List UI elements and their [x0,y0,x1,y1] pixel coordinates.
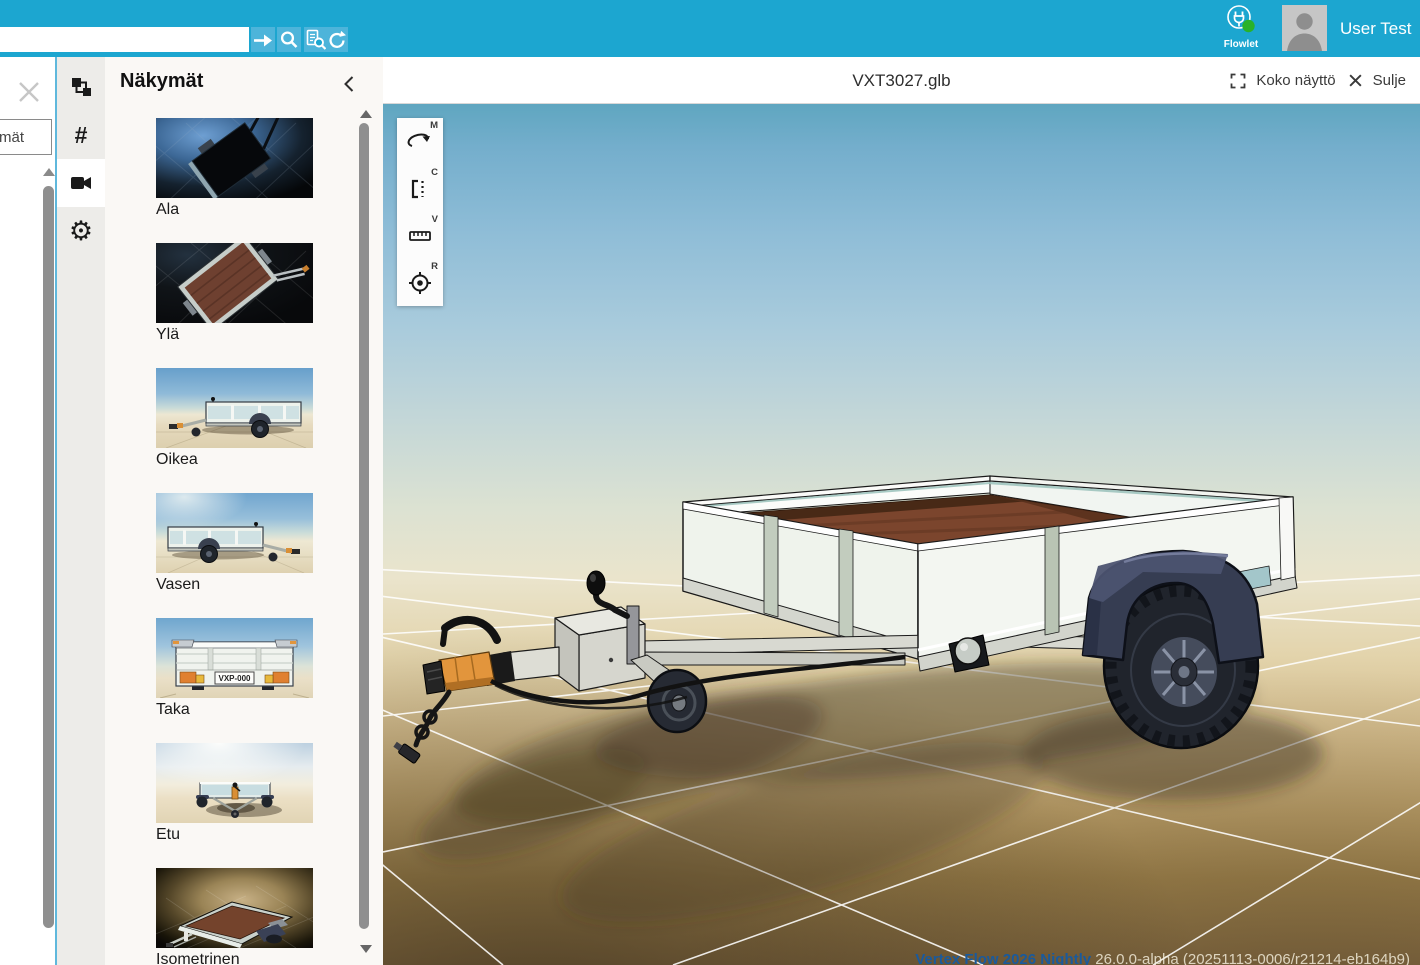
views-scrollbar-thumb[interactable] [359,123,369,929]
view-item-oikea[interactable]: Oikea [156,368,313,469]
view-label: Isometrinen [156,951,313,965]
collapse-panel-button[interactable] [343,75,357,95]
flyout-close-button[interactable] [14,77,44,107]
rail-item-grid[interactable]: # [57,111,105,159]
3d-scene [383,104,1420,965]
user-name[interactable]: User Test [1340,0,1412,57]
view-item-etu[interactable]: Etu [156,743,313,844]
ruler-icon [408,224,432,248]
orbit-icon [407,129,433,155]
view-thumbnail-back: VXP-000 [156,618,313,698]
view-label: Vasen [156,576,313,594]
close-viewer-button[interactable]: Sulje [1348,72,1406,89]
version-info: Vertex Flow 2026 Nightly 26.0.0-alpha (2… [915,951,1410,965]
tool-orbit[interactable]: M [397,118,443,165]
person-silhouette-icon [1282,5,1327,51]
chevron-left-icon [343,75,355,93]
tool-shortcut: M [430,120,438,131]
viewer-header: VXT3027.glb Koko näyttö Sulje [383,57,1420,104]
view-item-yla[interactable]: Ylä [156,243,313,344]
gear-icon: ⚙ [69,218,93,245]
scroll-up-arrow[interactable] [43,168,55,176]
view-thumbnail-top [156,243,313,323]
views-panel-title: Näkymät [120,70,203,93]
scroll-up-arrow[interactable] [360,110,372,118]
model-viewer: VXT3027.glb Koko näyttö Sulje [383,57,1420,965]
advanced-search-icon [304,28,328,52]
submit-arrow-icon [251,28,275,52]
close-icon [1348,73,1363,88]
section-icon [408,177,432,201]
views-panel: Näkymät Ala [105,57,383,965]
view-item-taka[interactable]: VXP-000 Taka [156,618,313,719]
fullscreen-icon [1230,73,1246,89]
view-label: Ylä [156,326,313,344]
left-flyout-panel [0,57,57,965]
rail-item-views[interactable] [57,159,105,207]
user-avatar[interactable] [1282,5,1327,51]
app-root: Flowlet User Test # ⚙ [0,0,1420,965]
view-thumbnail-left [156,493,313,573]
left-icon-rail: # ⚙ [57,57,105,965]
view-thumbnail-bottom [156,118,313,198]
viewport-toolbar: M C V R [397,118,443,306]
tool-shortcut: R [431,261,438,272]
view-thumbnail-right [156,368,313,448]
view-label: Ala [156,201,313,219]
tool-section[interactable]: C [397,165,443,212]
rail-item-structure[interactable] [57,63,105,111]
close-icon [14,77,44,107]
scroll-down-arrow[interactable] [360,945,372,953]
flowlet-plug-icon [1224,3,1258,35]
tool-measure[interactable]: V [397,212,443,259]
rail-item-settings[interactable]: ⚙ [57,207,105,255]
tool-focus[interactable]: R [397,259,443,306]
viewport-3d[interactable]: M C V R Vertex Flow 2026 Nightly [383,104,1420,965]
target-icon [407,270,433,296]
view-item-isometrinen[interactable]: Isometrinen [156,868,313,965]
view-item-vasen[interactable]: Vasen [156,493,313,594]
top-bar: Flowlet User Test [0,0,1420,57]
video-camera-icon [69,171,93,195]
tool-shortcut: V [432,214,438,225]
flyout-search-input[interactable] [0,119,52,155]
view-label: Taka [156,701,313,719]
search-icon [277,28,301,52]
flyout-scrollbar-thumb[interactable] [43,186,54,928]
flowlet-button[interactable]: Flowlet [1218,3,1264,55]
structure-tree-icon [69,75,93,99]
view-thumbnail-isometric [156,868,313,948]
close-label: Sulje [1373,72,1406,89]
global-search-input[interactable] [0,27,249,52]
license-plate-text: VXP-000 [218,674,251,683]
fullscreen-button[interactable]: Koko näyttö [1230,72,1335,89]
tool-shortcut: C [431,167,438,178]
fullscreen-label: Koko näyttö [1256,72,1335,89]
product-name: Vertex Flow 2026 Nightly [915,951,1091,965]
view-thumbnail-front [156,743,313,823]
build-string: 26.0.0-alpha (20251113-0006/r21214-eb164… [1095,951,1410,965]
view-label: Oikea [156,451,313,469]
refresh-icon [326,28,348,52]
search-submit-button[interactable] [251,27,275,52]
flowlet-label: Flowlet [1218,39,1264,50]
snap-grid-icon: # [75,124,88,147]
flowlet-status-dot [1242,20,1254,32]
search-button[interactable] [277,27,301,52]
refresh-button[interactable] [326,27,348,52]
view-item-ala[interactable]: Ala [156,118,313,219]
advanced-search-button[interactable] [304,27,328,52]
view-label: Etu [156,826,313,844]
